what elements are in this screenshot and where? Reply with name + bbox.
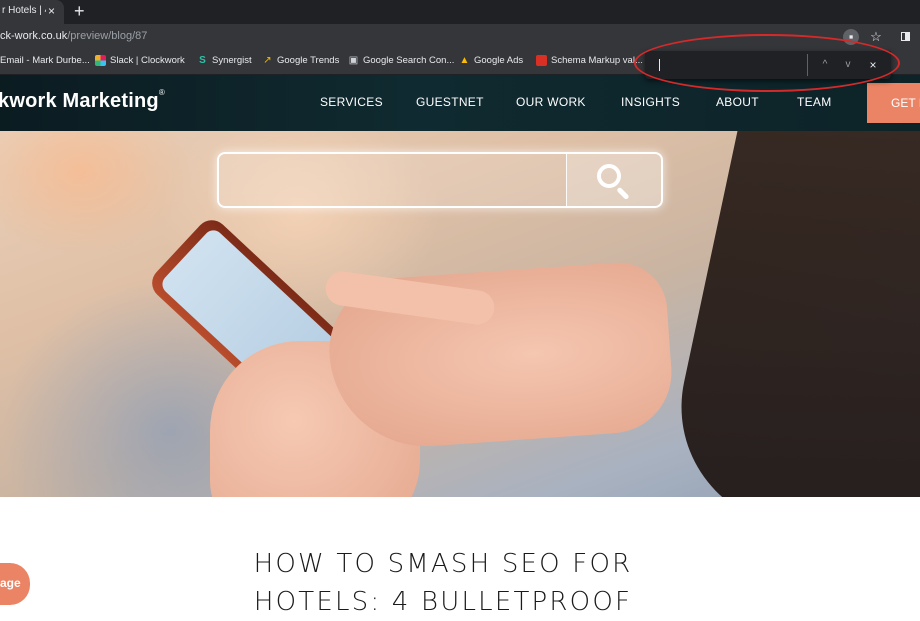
address-bar[interactable]: ck-work.co.uk/preview/blog/87 [0,30,147,42]
schema-icon [536,55,547,66]
tab-title: r Hotels | 4 [2,5,46,16]
bookmark-search-console[interactable]: ▣ Google Search Con... [348,55,455,66]
search-console-icon: ▣ [348,55,359,66]
bookmark-label: Google Search Con... [363,55,455,66]
find-divider [807,54,808,76]
browser-tab[interactable]: r Hotels | 4 × [0,0,64,24]
cta-label: GET I [891,96,920,110]
nav-insights[interactable]: INSIGHTS [621,95,680,109]
bookmark-google-trends[interactable]: ↗ Google Trends [262,55,339,66]
hero-search-graphic [217,152,663,208]
logo-text: kwork Marketing [0,90,159,112]
find-bar: ^ v × [645,51,891,79]
tab-close-icon[interactable]: × [48,4,55,18]
bookmark-label: Email - Mark Durbe... [0,55,90,66]
hero-image [0,131,920,497]
nav-team[interactable]: TEAM [797,95,832,109]
floating-button-label: age [0,576,21,590]
search-icon-handle [616,186,630,201]
hero-hair-shape [659,131,920,497]
find-input[interactable] [655,57,809,75]
article-title: HOW TO SMASH SEO FOR HOTELS: 4 BULLETPRO… [0,545,886,621]
search-button-graphic [566,154,661,206]
url-host: ck-work.co.uk [0,30,68,42]
find-close-icon[interactable]: × [865,57,881,73]
article-title-line: HOTELS: 4 BULLETPROOF [253,587,633,617]
bookmark-synergist[interactable]: S Synergist [197,55,252,66]
nav-our-work[interactable]: OUR WORK [516,95,586,109]
install-app-icon[interactable]: ▪ [843,29,859,45]
synergist-icon: S [199,55,206,66]
get-in-touch-button[interactable]: GET I [867,83,920,123]
url-path: /preview/blog/87 [67,30,148,42]
text-caret [659,59,660,71]
article-title-line: HOW TO SMASH SEO FOR [253,549,633,579]
google-ads-icon: ▲ [459,55,470,66]
find-next-icon[interactable]: v [840,57,856,73]
slack-icon [95,55,106,66]
new-tab-button[interactable]: + [74,1,85,21]
trends-icon: ↗ [263,55,272,66]
bookmark-label: Google Ads [474,55,524,66]
bookmark-star-icon[interactable]: ☆ [868,29,884,45]
bookmark-label: Synergist [212,55,252,66]
nav-services[interactable]: SERVICES [320,95,383,109]
nav-guestnet[interactable]: GUESTNET [416,95,484,109]
side-panel-icon[interactable] [898,29,914,45]
registered-mark: ® [158,88,165,97]
bookmark-label: Slack | Clockwork [110,55,185,66]
bookmark-google-ads[interactable]: ▲ Google Ads [459,55,524,66]
address-toolbar: ck-work.co.uk/preview/blog/87 ▪ ☆ [0,24,920,51]
bookmark-label: Schema Markup val... [551,55,643,66]
find-previous-icon[interactable]: ^ [817,57,833,73]
bookmark-label: Google Trends [277,55,340,66]
bookmark-email[interactable]: Email - Mark Durbe... [0,55,90,66]
nav-about[interactable]: ABOUT [716,95,759,109]
tab-strip: r Hotels | 4 × + [0,0,920,24]
bookmark-slack[interactable]: Slack | Clockwork [95,55,185,66]
site-logo[interactable]: kwork Marketing® [0,88,165,113]
search-icon [597,164,621,188]
site-header: kwork Marketing® SERVICES GUESTNET OUR W… [0,75,920,131]
bookmark-schema-markup[interactable]: Schema Markup val... [536,55,643,66]
